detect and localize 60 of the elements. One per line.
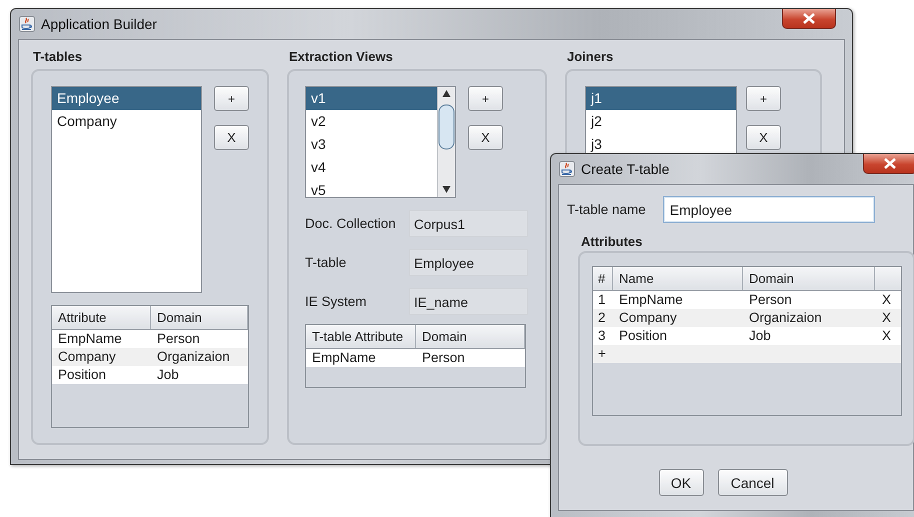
close-icon bbox=[802, 13, 816, 24]
ok-button[interactable]: OK bbox=[658, 469, 704, 496]
table-cell-text: Company bbox=[57, 348, 117, 366]
remove-row-button[interactable]: X bbox=[875, 327, 901, 345]
table-cell-text: Person bbox=[156, 330, 201, 348]
table-cell-text: Company bbox=[618, 309, 678, 327]
field-label: IE System bbox=[305, 294, 368, 309]
remove-row-button[interactable]: X bbox=[875, 309, 901, 327]
field-label: T-table name bbox=[567, 202, 646, 217]
cup-icon bbox=[19, 16, 35, 32]
cup-icon bbox=[559, 161, 575, 177]
table-cell-text: Person bbox=[421, 349, 466, 367]
group-title: Joiners bbox=[566, 49, 614, 66]
table-cell-text: Position bbox=[57, 366, 108, 384]
column-header[interactable]: Domain bbox=[151, 306, 248, 329]
close-button[interactable] bbox=[863, 154, 914, 174]
add-button[interactable]: + bbox=[746, 86, 781, 111]
remove-button[interactable]: X bbox=[214, 125, 249, 150]
add-button[interactable]: + bbox=[214, 86, 249, 111]
list-box[interactable]: v1 v2 v3 v4 v5 bbox=[305, 86, 456, 198]
column-header[interactable]: Attribute bbox=[52, 306, 151, 329]
list-item[interactable]: v1 bbox=[306, 87, 437, 110]
close-button[interactable] bbox=[782, 9, 836, 29]
column-header[interactable]: Name bbox=[613, 267, 743, 290]
column-header[interactable]: T-table Attribute bbox=[306, 325, 416, 348]
table-cell-text: Job bbox=[156, 366, 180, 384]
cancel-button[interactable]: Cancel bbox=[718, 469, 788, 496]
group-title: Extraction Views bbox=[288, 49, 394, 66]
list-item[interactable]: j1 bbox=[586, 87, 736, 110]
table-cell-text: EmpName bbox=[311, 349, 377, 367]
remove-button[interactable]: X bbox=[468, 125, 503, 150]
column-header[interactable]: Domain bbox=[416, 325, 525, 348]
read-only-field[interactable]: IE_name bbox=[409, 288, 528, 315]
read-only-field[interactable]: Corpus1 bbox=[409, 210, 528, 237]
table-cell-text: Person bbox=[748, 291, 793, 309]
table-cell-text: 2 bbox=[597, 309, 607, 327]
group-title: Attributes bbox=[580, 234, 644, 251]
list-box[interactable]: Employee Company bbox=[51, 86, 202, 293]
table-cell-text: 1 bbox=[597, 291, 607, 309]
table-cell-text: Organizaion bbox=[748, 309, 823, 327]
name-field[interactable]: Employee bbox=[662, 196, 875, 223]
table-cell-text: Organizaion bbox=[156, 348, 231, 366]
column-header[interactable]: # bbox=[593, 267, 613, 290]
add-row-button[interactable]: + bbox=[593, 345, 613, 363]
remove-button[interactable]: X bbox=[746, 125, 781, 150]
close-icon bbox=[883, 158, 897, 169]
table-cell-text: EmpName bbox=[618, 291, 684, 309]
read-only-field[interactable]: Employee bbox=[409, 249, 528, 276]
field-label: Doc. Collection bbox=[305, 216, 397, 231]
group-title: T-tables bbox=[32, 49, 84, 66]
table-cell-text: EmpName bbox=[57, 330, 123, 348]
table-cell-text: Job bbox=[748, 327, 772, 345]
remove-row-button[interactable]: X bbox=[875, 291, 901, 309]
table-cell-text: Position bbox=[618, 327, 668, 345]
add-button[interactable]: + bbox=[468, 86, 503, 111]
window-title: Application Builder bbox=[41, 16, 157, 32]
column-header[interactable]: Domain bbox=[743, 267, 875, 290]
list-item[interactable]: Employee bbox=[52, 87, 201, 110]
table-cell-text: 3 bbox=[597, 327, 607, 345]
field-label: T-table bbox=[305, 255, 348, 270]
